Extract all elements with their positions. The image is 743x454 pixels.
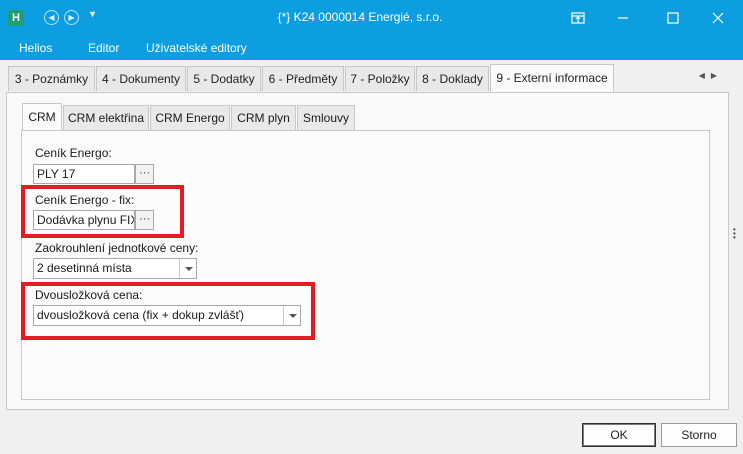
zaokrouhleni-selected-value: 2 desetinná místa bbox=[37, 261, 132, 275]
highlight-dvouslozkova-cena bbox=[21, 282, 315, 340]
window-restore-icon bbox=[571, 12, 585, 24]
helios-app-icon[interactable]: H bbox=[8, 10, 24, 26]
tab-crm[interactable]: CRM bbox=[22, 103, 62, 131]
outer-tab-strip: 3 - Poznámky 4 - Dokumenty 5 - Dodatky 6… bbox=[0, 60, 743, 94]
highlight-cenik-fix bbox=[21, 185, 184, 238]
minimize-button[interactable] bbox=[608, 6, 638, 30]
tab-predmety[interactable]: 6 - Předměty bbox=[262, 66, 344, 91]
minimize-icon bbox=[618, 17, 628, 19]
title-bar: H ◀ ▶ ▼ {*} K24 0000014 Energié, s.r.o. bbox=[0, 0, 743, 36]
splitter-grip-icon[interactable]: • • • bbox=[733, 226, 737, 242]
chevron-down-icon[interactable] bbox=[179, 259, 196, 278]
tab-doklady[interactable]: 8 - Doklady bbox=[416, 66, 489, 91]
restore-to-window-button[interactable] bbox=[563, 6, 593, 30]
zaokrouhleni-label: Zaokrouhlení jednotkové ceny: bbox=[35, 241, 199, 255]
tab-smlouvy[interactable]: Smlouvy bbox=[297, 105, 355, 130]
quick-access-dropdown-icon[interactable]: ▼ bbox=[88, 9, 97, 19]
menu-bar: Helios Editor Uživatelské editory bbox=[0, 36, 743, 60]
maximize-button[interactable] bbox=[658, 6, 688, 30]
tab-externi-informace[interactable]: 9 - Externí informace bbox=[490, 64, 614, 92]
cenik-energo-lookup-button[interactable]: ··· bbox=[135, 164, 154, 184]
zaokrouhleni-select[interactable]: 2 desetinná místa bbox=[33, 258, 197, 279]
maximize-icon bbox=[667, 12, 679, 24]
tab-dodatky[interactable]: 5 - Dodatky bbox=[187, 66, 261, 91]
tab-polozky[interactable]: 7 - Položky bbox=[345, 66, 415, 91]
cenik-energo-input[interactable]: PLY 17 bbox=[33, 164, 135, 184]
cenik-energo-label: Ceník Energo: bbox=[35, 146, 112, 160]
menu-editor[interactable]: Editor bbox=[88, 41, 119, 55]
forward-icon[interactable]: ▶ bbox=[64, 10, 79, 25]
tab-crm-energo[interactable]: CRM Energo bbox=[150, 105, 230, 130]
close-button[interactable] bbox=[703, 6, 733, 30]
ok-button[interactable]: OK bbox=[582, 423, 656, 447]
storno-button[interactable]: Storno bbox=[661, 423, 737, 447]
close-icon bbox=[712, 12, 724, 24]
window-title: {*} K24 0000014 Energié, s.r.o. bbox=[277, 10, 443, 24]
tab-crm-plyn[interactable]: CRM plyn bbox=[231, 105, 296, 130]
tab-dokumenty[interactable]: 4 - Dokumenty bbox=[96, 66, 186, 91]
tab-crm-elektrina[interactable]: CRM elektřina bbox=[63, 105, 149, 130]
tab-scroll-arrows-icon[interactable]: ◀▶ bbox=[699, 71, 723, 80]
menu-user-editors[interactable]: Uživatelské editory bbox=[146, 41, 247, 55]
tab-poznamky[interactable]: 3 - Poznámky bbox=[8, 66, 95, 91]
back-icon[interactable]: ◀ bbox=[44, 10, 59, 25]
menu-helios[interactable]: Helios bbox=[19, 41, 52, 55]
